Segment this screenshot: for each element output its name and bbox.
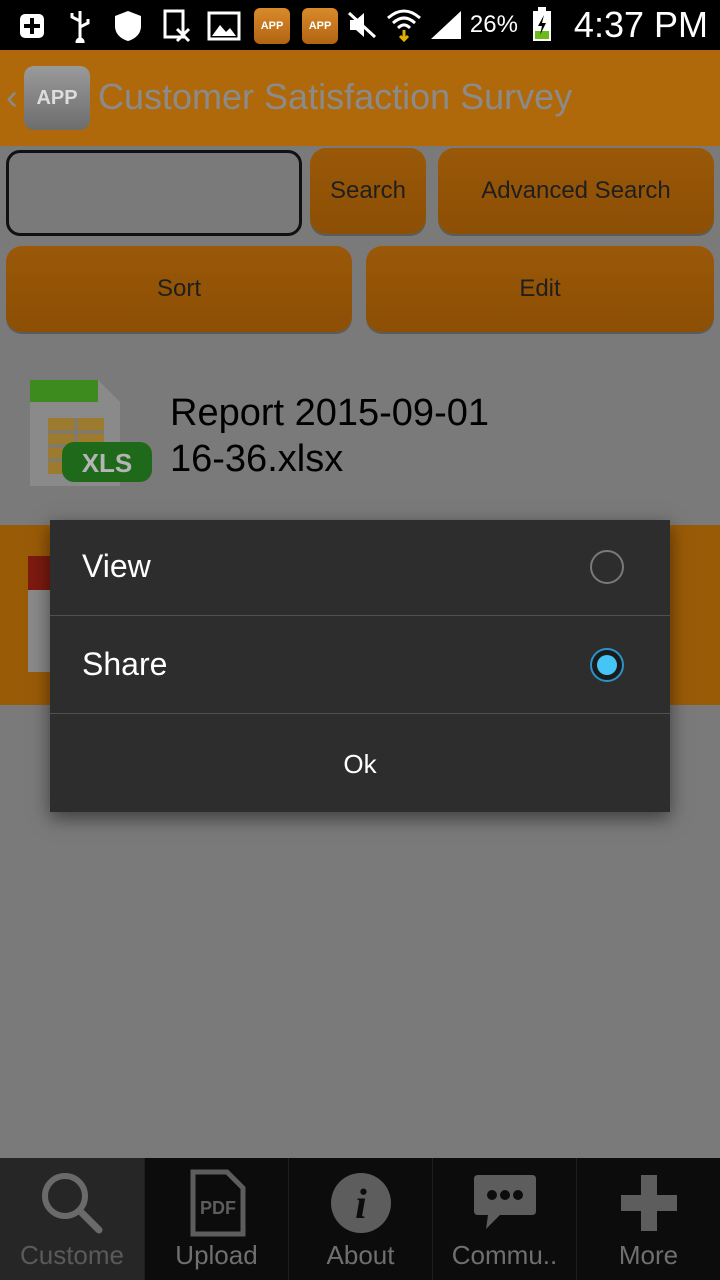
- svg-text:i: i: [355, 1182, 367, 1228]
- app-notification-icon: APP: [254, 8, 290, 44]
- action-dialog: View Share Ok: [50, 520, 670, 812]
- option-label: Share: [82, 646, 168, 682]
- tab-upload[interactable]: PDF Upload: [144, 1158, 288, 1280]
- search-button[interactable]: Search: [310, 148, 426, 234]
- radio-share[interactable]: [590, 648, 624, 682]
- tab-label: About: [326, 1240, 395, 1270]
- tab-label: Commu..: [451, 1240, 558, 1270]
- tab-customer[interactable]: Custome: [0, 1158, 144, 1280]
- status-bar: APP APP 26% 4:37 PM: [0, 0, 720, 50]
- blocked-file-icon: [158, 8, 194, 44]
- add-notification-icon: [14, 8, 50, 44]
- svg-text:XLS: XLS: [82, 448, 133, 478]
- ok-button[interactable]: Ok: [50, 716, 670, 812]
- tab-community[interactable]: Commu..: [432, 1158, 576, 1280]
- mute-icon: [344, 7, 380, 43]
- wifi-icon: [386, 7, 422, 43]
- option-label: View: [82, 548, 151, 584]
- app-header: ‹ APP Customer Satisfaction Survey: [0, 50, 720, 146]
- usb-icon: [62, 8, 98, 44]
- xls-file-icon: XLS: [30, 376, 154, 488]
- option-share[interactable]: Share: [50, 618, 670, 714]
- search-icon: [37, 1166, 107, 1240]
- clock: 4:37 PM: [573, 4, 708, 45]
- tab-more[interactable]: More: [576, 1158, 720, 1280]
- signal-icon: [428, 7, 464, 43]
- shield-icon: [110, 8, 146, 44]
- back-chevron-icon[interactable]: ‹: [6, 76, 18, 118]
- system-icons: 26% 4:37 PM: [344, 0, 708, 50]
- tab-label: Custome: [19, 1240, 125, 1270]
- app-logo[interactable]: APP: [24, 66, 90, 130]
- search-input[interactable]: [6, 150, 302, 236]
- sort-button[interactable]: Sort: [6, 246, 352, 332]
- page-title: Customer Satisfaction Survey: [98, 76, 573, 117]
- svg-text:PDF: PDF: [200, 1198, 236, 1218]
- tab-label: More: [618, 1240, 679, 1270]
- radio-view[interactable]: [590, 550, 624, 584]
- option-view[interactable]: View: [50, 520, 670, 616]
- list-item[interactable]: XLS Report 2015-09-01 16-36.xlsx: [0, 360, 720, 500]
- info-icon: i: [328, 1166, 394, 1240]
- tab-about[interactable]: i About: [288, 1158, 432, 1280]
- plus-icon: [617, 1166, 681, 1240]
- file-name: Report 2015-09-01 16-36.xlsx: [170, 392, 489, 480]
- image-icon: [206, 8, 242, 44]
- advanced-search-button[interactable]: Advanced Search: [438, 148, 714, 234]
- pdf-file-icon: [28, 556, 52, 672]
- chat-icon: [470, 1166, 540, 1240]
- notification-icons: APP APP: [14, 6, 338, 46]
- edit-button[interactable]: Edit: [366, 246, 714, 332]
- app-notification-icon: APP: [302, 8, 338, 44]
- pdf-icon: PDF: [185, 1166, 249, 1240]
- app-screen: APP APP 26% 4:37 PM ‹ APP Customer Satis…: [0, 0, 720, 1280]
- bottom-navigation: Custome PDF Upload i About Commu.. More: [0, 1158, 720, 1280]
- battery-charging-icon: [524, 7, 560, 43]
- battery-percent: 26%: [469, 11, 518, 38]
- tab-label: Upload: [175, 1240, 258, 1270]
